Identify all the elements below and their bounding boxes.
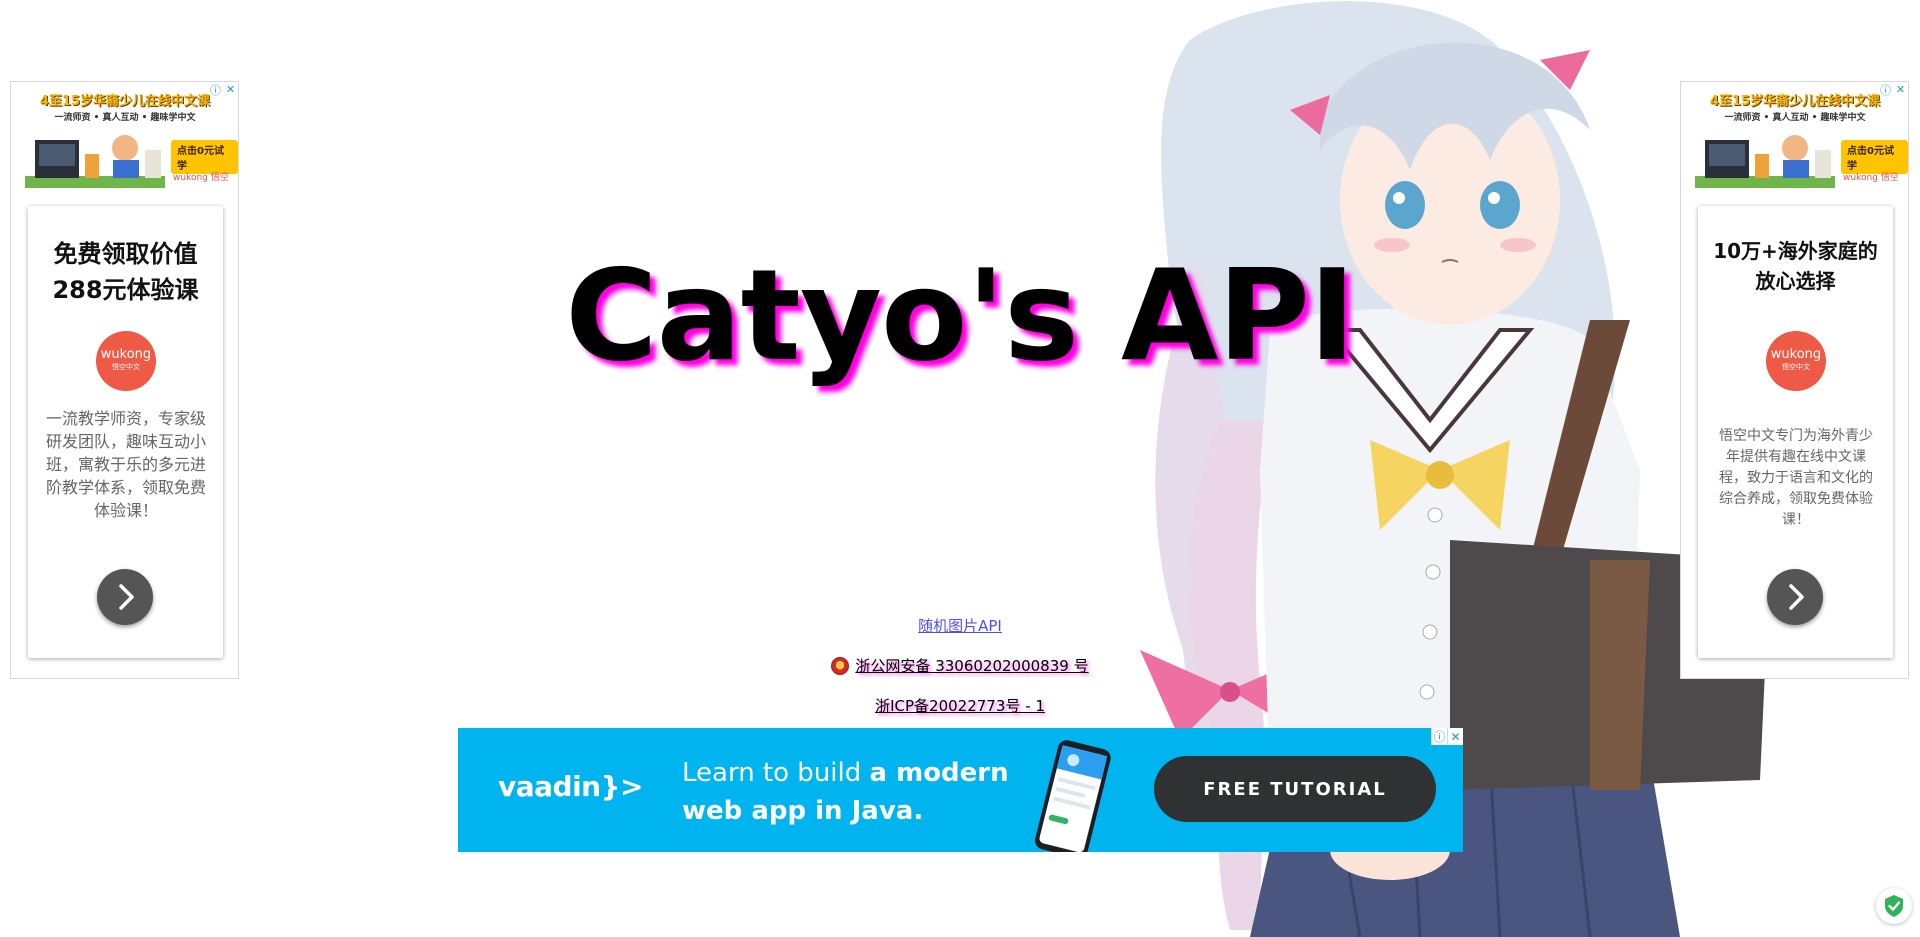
ad-close-icon[interactable]: ✕ <box>1447 728 1463 745</box>
ad-trial-button[interactable]: 点击0元试学 <box>171 140 238 174</box>
banner-line1-pre: Learn to build <box>682 758 870 788</box>
ad-top-banner[interactable]: 4至15岁华裔少儿在线中文课 一流师资 • 真人互动 • 趣味学中文 点击0元试… <box>1681 82 1908 194</box>
ad-card-title: 免费领取价值288元体验课 <box>52 240 199 304</box>
vaadin-banner-ad[interactable]: vaadin}> Learn to build a modern web app… <box>458 728 1463 852</box>
classroom-scene-icon <box>1695 135 1835 188</box>
ad-brand-text: wukong 悟空 <box>1843 173 1899 183</box>
ad-close-icon[interactable]: ✕ <box>223 82 238 97</box>
ad-card-body: 悟空中文专门为海外青少年提供有趣在线中文课程，致力于语言和文化的综合养成，领取免… <box>1719 428 1873 528</box>
banner-line2: web app in Java. <box>682 796 924 826</box>
ad-top-banner[interactable]: 4至15岁华裔少儿在线中文课 一流师资 • 真人互动 • 趣味学中文 点击0元试… <box>11 82 238 194</box>
logo-sub-text: 悟空中文 <box>1782 363 1810 371</box>
ad-card[interactable]: 10万+海外家庭的放心选择 wukong 悟空中文 悟空中文专门为海外青少年提供… <box>1698 206 1893 658</box>
banner-line1-bold: a modern <box>869 758 1009 788</box>
random-image-api-link[interactable]: 随机图片API <box>918 614 1002 638</box>
logo-main-text: wukong <box>100 347 152 362</box>
ad-brand-text: wukong 悟空 <box>173 173 229 183</box>
ad-next-button[interactable] <box>1767 569 1823 625</box>
logo-main-text: wukong <box>1770 347 1822 362</box>
icp-record-link-row: 浙ICP备20022773号 - 1 <box>0 686 1920 726</box>
free-tutorial-button[interactable]: FREE TUTORIAL <box>1154 756 1436 822</box>
ad-card[interactable]: 免费领取价值288元体验课 wukong 悟空中文 一流教学师资，专家级研发团队… <box>28 206 223 658</box>
ad-next-button[interactable] <box>97 569 153 625</box>
ad-close-icon[interactable]: ✕ <box>1893 82 1908 97</box>
chevron-right-icon <box>119 584 134 610</box>
police-record-link-row: 浙公网安备 33060202000839 号 <box>0 646 1920 686</box>
police-emblem-icon <box>831 657 850 675</box>
ad-info-icon[interactable]: ⓘ <box>1431 728 1447 745</box>
ad-info-icon[interactable]: ⓘ <box>1878 82 1893 97</box>
right-side-ad[interactable]: 4至15岁华裔少儿在线中文课 一流师资 • 真人互动 • 趣味学中文 点击0元试… <box>1680 81 1909 679</box>
phone-mockup-icon <box>1035 740 1111 852</box>
wukong-logo: wukong 悟空中文 <box>1766 331 1826 391</box>
police-record-link[interactable]: 浙公网安备 33060202000839 号 <box>855 654 1088 678</box>
banner-headline: Learn to build a modern web app in Java. <box>682 754 1042 830</box>
ad-choices: ⓘ ✕ <box>208 82 238 98</box>
wukong-logo: wukong 悟空中文 <box>96 331 156 391</box>
ad-top-headline: 4至15岁华裔少儿在线中文课 <box>39 94 211 109</box>
ad-choices: ⓘ ✕ <box>1431 728 1463 745</box>
left-side-ad[interactable]: 4至15岁华裔少儿在线中文课 一流师资 • 真人互动 • 趣味学中文 点击0元试… <box>10 81 239 679</box>
shield-icon <box>1885 895 1903 917</box>
ad-choices: ⓘ ✕ <box>1878 82 1908 98</box>
ad-top-subline: 一流师资 • 真人互动 • 趣味学中文 <box>1724 113 1866 123</box>
logo-sub-text: 悟空中文 <box>112 363 140 371</box>
vaadin-logo: vaadin}> <box>498 770 644 803</box>
ad-info-icon[interactable]: ⓘ <box>208 82 223 97</box>
ad-top-subline: 一流师资 • 真人互动 • 趣味学中文 <box>54 113 196 123</box>
footer-links: 随机图片API 浙公网安备 33060202000839 号 浙ICP备2002… <box>0 606 1920 726</box>
shield-check-icon[interactable] <box>1876 888 1912 924</box>
ad-card-body: 一流教学师资，专家级研发团队，趣味互动小班，寓教于乐的多元进阶教学体系，领取免费… <box>46 409 207 520</box>
ad-card-title: 10万+海外家庭的放心选择 <box>1713 239 1878 293</box>
classroom-scene-icon <box>25 135 165 188</box>
random-image-link-row: 随机图片API <box>0 606 1920 646</box>
icp-record-link[interactable]: 浙ICP备20022773号 - 1 <box>875 694 1045 718</box>
ad-trial-button[interactable]: 点击0元试学 <box>1841 140 1908 174</box>
ad-top-headline: 4至15岁华裔少儿在线中文课 <box>1709 94 1881 109</box>
page-title: Catyo's API <box>565 242 1356 389</box>
chevron-right-icon <box>1789 584 1804 610</box>
